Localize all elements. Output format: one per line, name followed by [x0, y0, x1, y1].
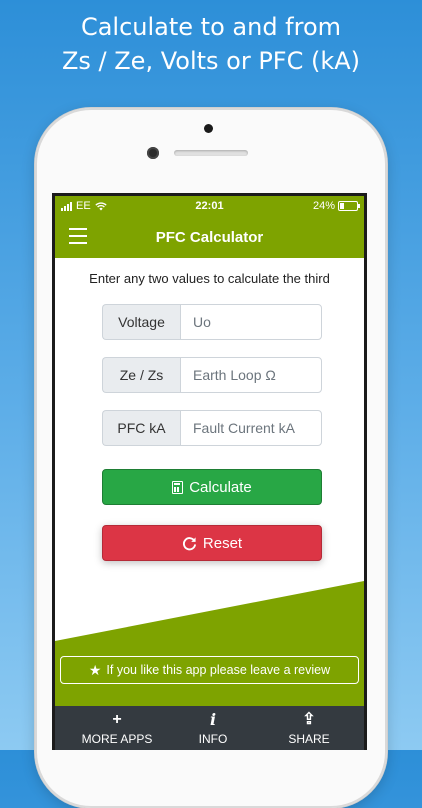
marketing-line-1: Calculate to and from: [80, 13, 342, 41]
nav-bar: PFC Calculator: [55, 218, 364, 258]
pfc-input-group: PFC kA: [102, 410, 322, 446]
earth-loop-input-group: Ze / Zs: [102, 357, 322, 393]
share-icon: ⇪: [302, 711, 316, 728]
status-bar: EE 22:01 24%: [55, 196, 364, 218]
voltage-input-group: Voltage: [102, 304, 322, 340]
pfc-label: PFC kA: [102, 410, 180, 446]
earth-loop-label: Ze / Zs: [102, 357, 180, 393]
camera-icon: [204, 124, 213, 133]
review-banner[interactable]: ★ If you like this app please leave a re…: [60, 656, 359, 684]
battery-icon: [338, 201, 360, 211]
tab-share[interactable]: ⇪ SHARE: [259, 710, 359, 746]
voltage-input[interactable]: [180, 304, 322, 340]
speaker-grille: [174, 150, 248, 156]
refresh-icon: [182, 536, 196, 550]
front-camera-icon: [147, 147, 159, 159]
tab-more-apps-label: MORE APPS: [81, 732, 153, 746]
plus-icon: +: [112, 711, 122, 728]
instruction-text: Enter any two values to calculate the th…: [89, 271, 330, 286]
page-title: PFC Calculator: [155, 229, 264, 246]
calculate-button-label: Calculate: [189, 478, 252, 496]
bottom-tab-bar: + MORE APPS i INFO ⇪ SHARE: [55, 706, 364, 750]
calculate-button[interactable]: Calculate: [102, 469, 322, 505]
battery-percent: 24%: [312, 200, 335, 212]
app-screen: EE 22:01 24% PFC Calculator Enter any tw…: [52, 193, 367, 750]
calculator-icon: [172, 480, 184, 494]
tab-info-label: INFO: [198, 732, 228, 746]
info-icon: i: [209, 710, 217, 729]
star-icon: ★: [88, 661, 102, 678]
marketing-line-2: Zs / Ze, Volts or PFC (kA): [61, 47, 361, 75]
tab-info[interactable]: i INFO: [163, 710, 263, 746]
voltage-label: Voltage: [102, 304, 180, 340]
marketing-headline: Calculate to and from Zs / Ze, Volts or …: [0, 10, 422, 78]
reset-button[interactable]: Reset: [102, 525, 322, 561]
pfc-input[interactable]: [180, 410, 322, 446]
review-banner-text: If you like this app please leave a revi…: [106, 663, 331, 677]
earth-loop-input[interactable]: [180, 357, 322, 393]
tab-share-label: SHARE: [288, 732, 330, 746]
reset-button-label: Reset: [202, 534, 243, 552]
status-right: 24%: [312, 200, 360, 212]
tab-more-apps[interactable]: + MORE APPS: [67, 710, 167, 746]
